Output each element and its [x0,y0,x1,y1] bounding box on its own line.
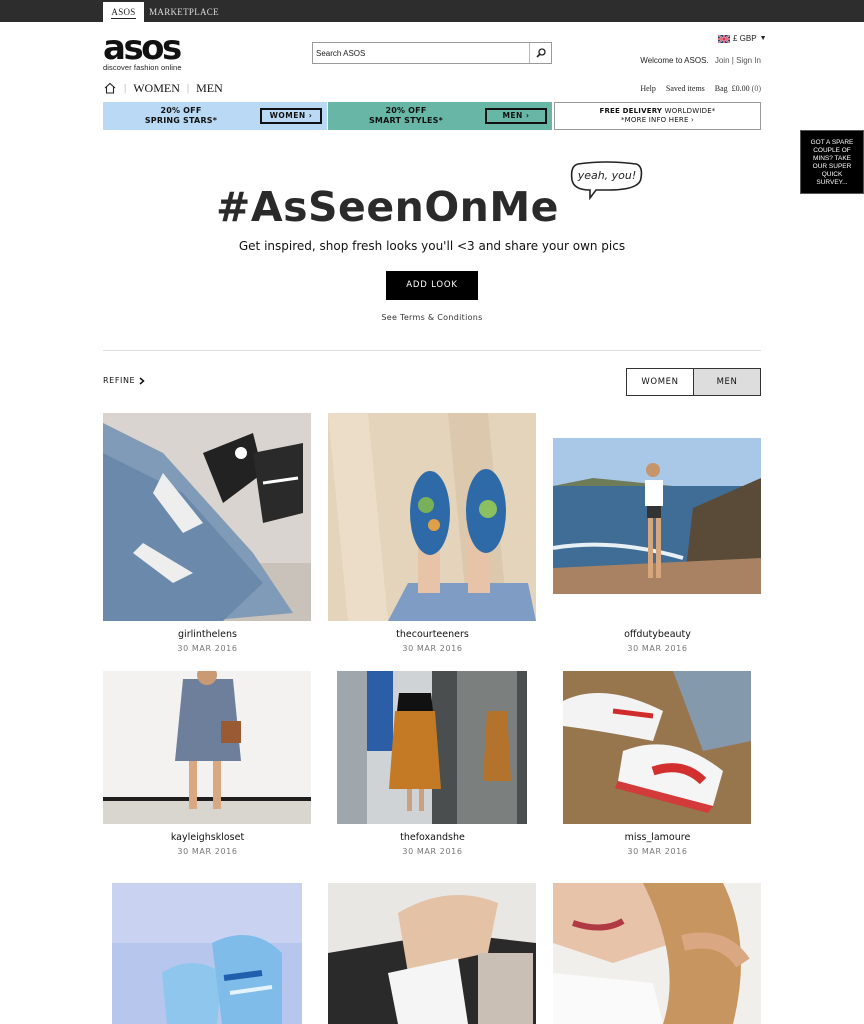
gender-toggle: WOMEN MEN [626,368,761,396]
logo-tagline: discover fashion online [103,63,182,72]
tab-asos-label: ASOS [111,7,136,19]
look-photo[interactable] [328,413,536,621]
look-username[interactable]: kayleighskloset [95,832,320,843]
survey-tab[interactable]: GOT A SPARE COUPLE OF MINS? TAKE OUR SUP… [800,130,864,194]
welcome-text: Welcome to ASOS. [640,56,709,65]
bag-link[interactable]: Bag £0.00 (0) [715,84,761,93]
nav-women[interactable]: WOMEN [133,81,180,96]
welcome-line: Welcome to ASOS. Join | Sign In [640,56,761,65]
look-photo[interactable] [112,883,302,1024]
speech-bubble-text: yeah, you! [577,169,637,182]
nav-men[interactable]: MEN [196,81,223,96]
bag-label: Bag [714,84,728,93]
hero-subtitle: Get inspired, shop fresh looks you'll <3… [238,239,626,253]
promo-women-banner[interactable]: 20% OFF SPRING STARS* WOMEN › [103,102,327,130]
look-date: 30 MAR 2016 [177,847,238,856]
look-date: 30 MAR 2016 [627,644,688,653]
look-photo[interactable] [553,883,761,1024]
look-photo[interactable] [103,413,311,621]
toggle-men[interactable]: MEN [693,369,760,395]
terms-link[interactable]: See Terms & Conditions [0,313,864,322]
refine-label: REFINE [103,376,136,385]
asos-logo[interactable]: asos discover fashion online [103,28,193,72]
promo-delivery-banner[interactable]: FREE DELIVERY WORLDWIDE* *MORE INFO HERE… [554,102,761,130]
promo-men-line1: 20% OFF [385,106,427,115]
look-photo[interactable] [103,671,311,824]
sign-in-link[interactable]: Sign In [736,56,761,65]
main-nav: | WOMEN | MEN [103,80,223,96]
link-divider: | [731,56,734,65]
search-input[interactable] [313,43,529,63]
promo-women-line1: 20% OFF [160,106,202,115]
look-date: 30 MAR 2016 [402,644,463,653]
search-icon [535,48,546,58]
look-username[interactable]: girlinthelens [95,629,320,640]
uk-flag-icon [718,34,730,43]
chevron-right-icon [139,376,145,385]
tab-marketplace[interactable]: MARKETPLACE [148,2,220,22]
promo-men-line2: SMART STYLES* [368,116,444,125]
currency-selector[interactable]: £ GBP ▼ [718,34,767,43]
add-look-button[interactable]: ADD LOOK [386,271,478,300]
promo-women-line2: SPRING STARS* [144,116,218,125]
help-link[interactable]: Help [640,84,656,93]
look-username[interactable]: thecourteeners [320,629,545,640]
refine-button[interactable]: REFINE [103,376,145,385]
promo-men-banner[interactable]: 20% OFF SMART STYLES* MEN › [328,102,552,130]
nav-divider: | [186,82,190,94]
search-box [312,42,552,64]
look-username[interactable]: miss_lamoure [545,832,770,843]
bag-total: £0.00 [731,84,750,93]
look-photo[interactable] [553,438,761,594]
delivery-strong: FREE DELIVERY [599,107,663,115]
caret-down-icon: ▼ [759,35,767,42]
logo-wordmark: asos [103,28,182,68]
promo-men-button[interactable]: MEN › [485,108,547,124]
promo-women-text: 20% OFF SPRING STARS* [133,106,229,126]
saved-items-link[interactable]: Saved items [666,84,705,93]
tab-asos[interactable]: ASOS [103,2,144,22]
promo-delivery-text: FREE DELIVERY WORLDWIDE* *MORE INFO HERE… [599,107,715,125]
currency-label: £ GBP [733,34,757,43]
search-button[interactable] [529,43,551,63]
look-date: 30 MAR 2016 [177,644,238,653]
home-icon[interactable] [103,81,117,95]
delivery-rest: WORLDWIDE* [662,107,716,115]
look-photo[interactable] [337,671,527,824]
look-photo[interactable] [563,671,751,824]
bag-count: (0) [751,84,761,93]
look-photo[interactable] [328,883,536,1024]
join-link[interactable]: Join [715,56,730,65]
look-date: 30 MAR 2016 [627,847,688,856]
top-bar: ASOS MARKETPLACE [0,0,864,22]
look-username[interactable]: thefoxandshe [320,832,545,843]
divider [103,350,761,351]
look-username[interactable]: offdutybeauty [545,629,770,640]
hero-title: #AsSeenOnMe [216,183,559,231]
promo-men-text: 20% OFF SMART STYLES* [358,106,454,126]
delivery-more-info: *MORE INFO HERE › [620,116,695,124]
nav-divider: | [124,82,127,94]
utility-nav: Help Saved items Bag £0.00 (0) [640,84,761,93]
look-date: 30 MAR 2016 [402,847,463,856]
toggle-women[interactable]: WOMEN [627,369,693,395]
promo-women-button[interactable]: WOMEN › [260,108,322,124]
